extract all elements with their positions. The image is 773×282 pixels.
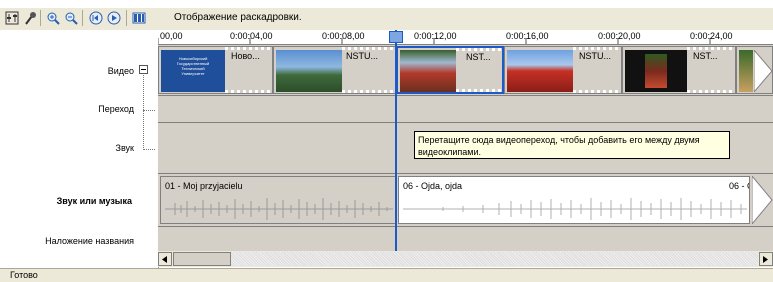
tick-label: 0:00:24,00 [690, 31, 733, 41]
tick-label: 00,00 [160, 31, 183, 41]
clip-thumbnail: Новосибирский Государственный Технически… [161, 50, 225, 92]
tick-label: 0:00:20,00 [598, 31, 641, 41]
video-track-label[interactable]: Видео [108, 66, 134, 76]
rewind-button[interactable] [88, 10, 104, 26]
set-audio-levels-button[interactable] [4, 10, 20, 26]
audio-clip[interactable]: 01 - Moj przyjacielu [160, 176, 396, 224]
play-icon [107, 11, 121, 25]
tick-label: 0:00:12,00 [414, 31, 457, 41]
scroll-left-button[interactable] [158, 252, 172, 266]
thumbnail-text: Университет [181, 71, 205, 76]
time-ruler[interactable]: 00,00 0:00:04,00 0:00:08,00 0:00:12,00 0… [158, 30, 773, 45]
waveform-icon [165, 198, 393, 220]
clip-name: NST... [466, 52, 491, 62]
clip-name: 06 - Ojda, ojda [403, 181, 463, 191]
tick-label: 0:00:04,00 [230, 31, 273, 41]
clip-name: 01 - Moj przyjacielu [165, 181, 243, 191]
zoom-in-icon [47, 12, 60, 25]
storyboard-icon [132, 12, 146, 24]
clip-name: NSTU... [579, 51, 612, 61]
clip-name: 06 - Oj [729, 181, 749, 191]
video-clip[interactable]: NST... [622, 46, 736, 94]
status-bar: Готово [0, 268, 773, 282]
tick-label: 0:00:08,00 [322, 31, 365, 41]
scroll-track[interactable] [231, 252, 758, 266]
clip-name: NSTU... [346, 51, 379, 61]
audio-track-label[interactable]: Звук [116, 143, 134, 153]
microphone-icon [25, 12, 36, 25]
clip-thumbnail [625, 50, 687, 92]
zoom-out-icon [65, 12, 78, 25]
horizontal-scrollbar[interactable] [158, 251, 773, 267]
scroll-arrow-icon [754, 50, 772, 92]
music-track-label[interactable]: Звук или музыка [57, 196, 132, 206]
play-button[interactable] [106, 10, 122, 26]
title-overlay-track-label[interactable]: Наложение названия [45, 236, 134, 246]
zoom-out-button[interactable] [63, 10, 79, 26]
clip-thumbnail [507, 50, 573, 92]
arrow-right-icon [763, 255, 768, 263]
video-clip[interactable]: NSTU... [273, 46, 396, 94]
clip-thumbnail [400, 50, 456, 92]
video-track: Новосибирский Государственный Технически… [158, 45, 773, 96]
scroll-right-button[interactable] [759, 252, 773, 266]
title-overlay-track[interactable] [158, 227, 773, 251]
video-clip[interactable]: NSTU... [504, 46, 622, 94]
audio-levels-icon [5, 11, 19, 25]
clip-thumbnail [739, 50, 753, 92]
clip-thumbnail [276, 50, 342, 92]
music-track: 01 - Moj przyjacielu 06 - Ojda, ojda 06 … [158, 174, 773, 227]
rewind-icon [89, 11, 103, 25]
arrow-left-icon [162, 255, 167, 263]
track-labels-panel: Видео Переход Звук Звук или музыка Налож… [0, 30, 159, 268]
scroll-thumb[interactable] [173, 252, 231, 266]
playhead-handle[interactable] [389, 31, 403, 43]
waveform-icon [403, 198, 747, 220]
minus-icon [141, 69, 146, 70]
narrate-timeline-button[interactable] [22, 10, 38, 26]
storyboard-view-label[interactable]: Отображение раскадровки. [174, 12, 302, 23]
playhead-line[interactable] [395, 30, 397, 251]
timeline-toolbar: Отображение раскадровки. [0, 8, 773, 30]
video-clip[interactable] [736, 46, 773, 94]
collapse-video-toggle[interactable] [139, 65, 148, 74]
video-clip[interactable]: Новосибирский Государственный Технически… [158, 46, 273, 94]
scroll-arrow-icon [752, 176, 773, 224]
storyboard-view-button[interactable] [131, 10, 147, 26]
transition-track-label[interactable]: Переход [98, 104, 134, 114]
clip-name: NST... [693, 51, 718, 61]
clip-name: Ново... [231, 51, 260, 61]
video-clip[interactable]: NST... [396, 46, 504, 94]
transition-hint-tooltip: Перетащите сюда видеопереход, чтобы доба… [414, 131, 730, 159]
transition-track[interactable] [158, 96, 773, 123]
status-text: Готово [10, 270, 38, 280]
audio-clip[interactable]: 06 - Ojda, ojda 06 - Oj [398, 176, 750, 224]
tick-label: 0:00:16,00 [506, 31, 549, 41]
zoom-in-button[interactable] [45, 10, 61, 26]
